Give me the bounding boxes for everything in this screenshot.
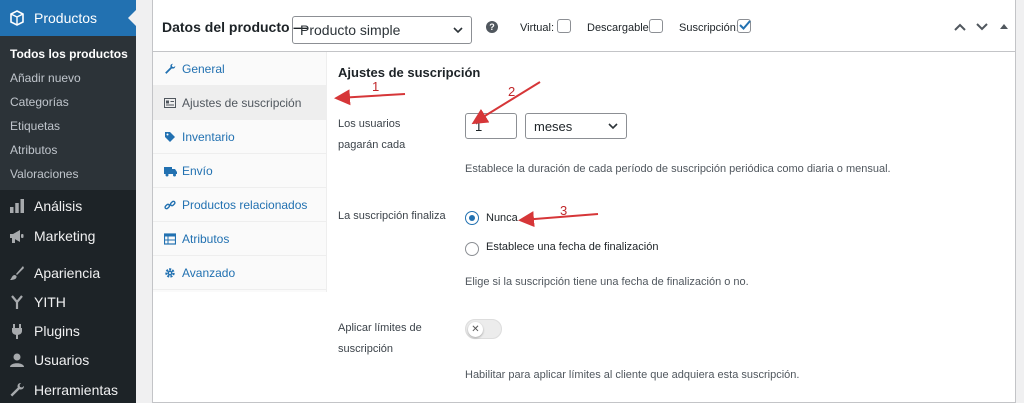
product-data-tabs: General Ajustes de suscripción Inventari… (153, 52, 327, 292)
menu-productos-label: Productos (34, 10, 98, 26)
help-icon[interactable]: ? (486, 21, 498, 33)
limits-label: Aplicar límites de suscripción (338, 318, 422, 360)
woo-cube-icon (4, 10, 30, 26)
chevron-down-icon (976, 23, 988, 31)
tag-icon (163, 131, 177, 143)
table-icon (163, 232, 177, 245)
panel-title: Datos del producto — (162, 19, 308, 35)
menu-apariencia-label: Apariencia (34, 265, 101, 281)
annotation-number-1: 1 (372, 79, 380, 94)
plug-icon (4, 323, 30, 339)
tab-productos-relacionados[interactable]: Productos relacionados (153, 188, 326, 222)
billing-period-select[interactable]: meses (525, 113, 627, 139)
tab-envio-label: Envío (182, 163, 213, 178)
subscription-end-description: Elige si la suscripción tiene una fecha … (465, 276, 749, 288)
menu-plugins-label: Plugins (34, 323, 80, 339)
tab-avanzado[interactable]: Avanzado (153, 256, 326, 290)
user-icon (4, 352, 30, 368)
move-down-button[interactable] (975, 21, 989, 33)
chevron-down-icon (451, 23, 465, 40)
close-icon: ✕ (468, 322, 483, 337)
menu-herramientas-label: Herramientas (34, 382, 119, 398)
tab-envio[interactable]: Envío (153, 154, 326, 188)
virtual-label: Virtual: (520, 22, 555, 34)
productos-submenu: Todos los productos Añadir nuevo Categor… (0, 36, 136, 190)
move-up-button[interactable] (953, 21, 967, 33)
tab-productos-relacionados-label: Productos relacionados (182, 197, 308, 212)
subscription-options: Ajustes de suscripción Los usuarios paga… (328, 52, 1015, 402)
billing-period-label-line-2: pagarán cada (338, 139, 406, 151)
limits-description: Habilitar para aplicar límites al client… (465, 369, 800, 381)
caret-up-icon (1000, 24, 1008, 29)
billing-period-label: Los usuarios pagarán cada (338, 114, 405, 156)
chevron-up-icon (954, 23, 966, 31)
menu-analisis-label: Análisis (34, 198, 83, 214)
tab-atributos-label: Atributos (182, 231, 230, 246)
tab-atributos[interactable]: Atributos (153, 222, 326, 256)
product-data-panel: Datos del producto — Producto simple ? V… (152, 0, 1016, 403)
downloadable-label: Descargable: (587, 22, 652, 34)
limits-label-line-1: Aplicar límites de (338, 322, 422, 334)
virtual-checkbox[interactable] (557, 19, 571, 33)
checkmark-icon (739, 20, 751, 30)
menu-usuarios-label: Usuarios (34, 352, 90, 368)
toggle-panel-button[interactable] (998, 21, 1012, 33)
submenu-categorias[interactable]: Categorías (0, 90, 136, 114)
subscription-end-label: La suscripción finaliza (338, 210, 446, 222)
truck-icon (163, 165, 177, 177)
product-type-value: Producto simple (300, 22, 401, 38)
chevron-down-icon (606, 119, 620, 136)
menu-marketing[interactable]: Marketing (0, 218, 136, 254)
limits-label-line-2: suscripción (338, 343, 394, 355)
product-type-select[interactable]: Producto simple (292, 16, 472, 44)
submenu-todos-los-productos[interactable]: Todos los productos (0, 42, 136, 66)
tab-avanzado-label: Avanzado (182, 265, 236, 280)
menu-productos[interactable]: Productos (0, 0, 136, 36)
tab-general[interactable]: General (153, 52, 326, 86)
tab-inventario-label: Inventario (182, 129, 235, 144)
subscription-icon (163, 97, 177, 109)
billing-period-label-line-1: Los usuarios (338, 118, 401, 130)
annotation-number-2: 2 (508, 84, 516, 99)
bar-chart-icon (4, 198, 30, 214)
end-never-radio[interactable] (465, 211, 479, 225)
end-date-label: Establece una fecha de finalización (486, 241, 659, 253)
yith-icon (4, 294, 30, 310)
billing-period-description: Establece la duración de cada período de… (465, 163, 891, 175)
downloadable-checkbox[interactable] (649, 19, 663, 33)
end-never-label: Nunca (486, 212, 518, 224)
submenu-valoraciones[interactable]: Valoraciones (0, 162, 136, 186)
tab-general-label: General (182, 61, 225, 76)
menu-yith-label: YITH (34, 294, 66, 310)
tab-inventario[interactable]: Inventario (153, 120, 326, 154)
subscription-label: Suscripción: (679, 22, 739, 34)
megaphone-icon (4, 228, 30, 244)
submenu-atributos[interactable]: Atributos (0, 138, 136, 162)
menu-herramientas[interactable]: Herramientas (0, 372, 136, 403)
subscription-checkbox[interactable] (737, 19, 751, 33)
wrench-icon (163, 63, 177, 75)
gear-icon (163, 267, 177, 279)
submenu-etiquetas[interactable]: Etiquetas (0, 114, 136, 138)
tab-ajustes-de-suscripcion-label: Ajustes de suscripción (182, 95, 302, 110)
section-title: Ajustes de suscripción (338, 65, 481, 80)
annotation-number-3: 3 (560, 203, 568, 218)
link-icon (163, 199, 177, 211)
billing-interval-input[interactable]: 1 (465, 113, 517, 139)
menu-marketing-label: Marketing (34, 228, 96, 244)
paintbrush-icon (4, 265, 30, 281)
submenu-anadir-nuevo[interactable]: Añadir nuevo (0, 66, 136, 90)
end-date-radio[interactable] (465, 242, 479, 256)
tab-ajustes-de-suscripcion[interactable]: Ajustes de suscripción (153, 86, 326, 120)
billing-period-value: meses (534, 118, 573, 134)
wrench-icon (4, 382, 30, 398)
panel-header: Datos del producto — Producto simple ? V… (153, 0, 1015, 52)
limits-toggle[interactable]: ✕ (465, 319, 502, 339)
admin-sidebar: Productos Todos los productos Añadir nue… (0, 0, 136, 403)
